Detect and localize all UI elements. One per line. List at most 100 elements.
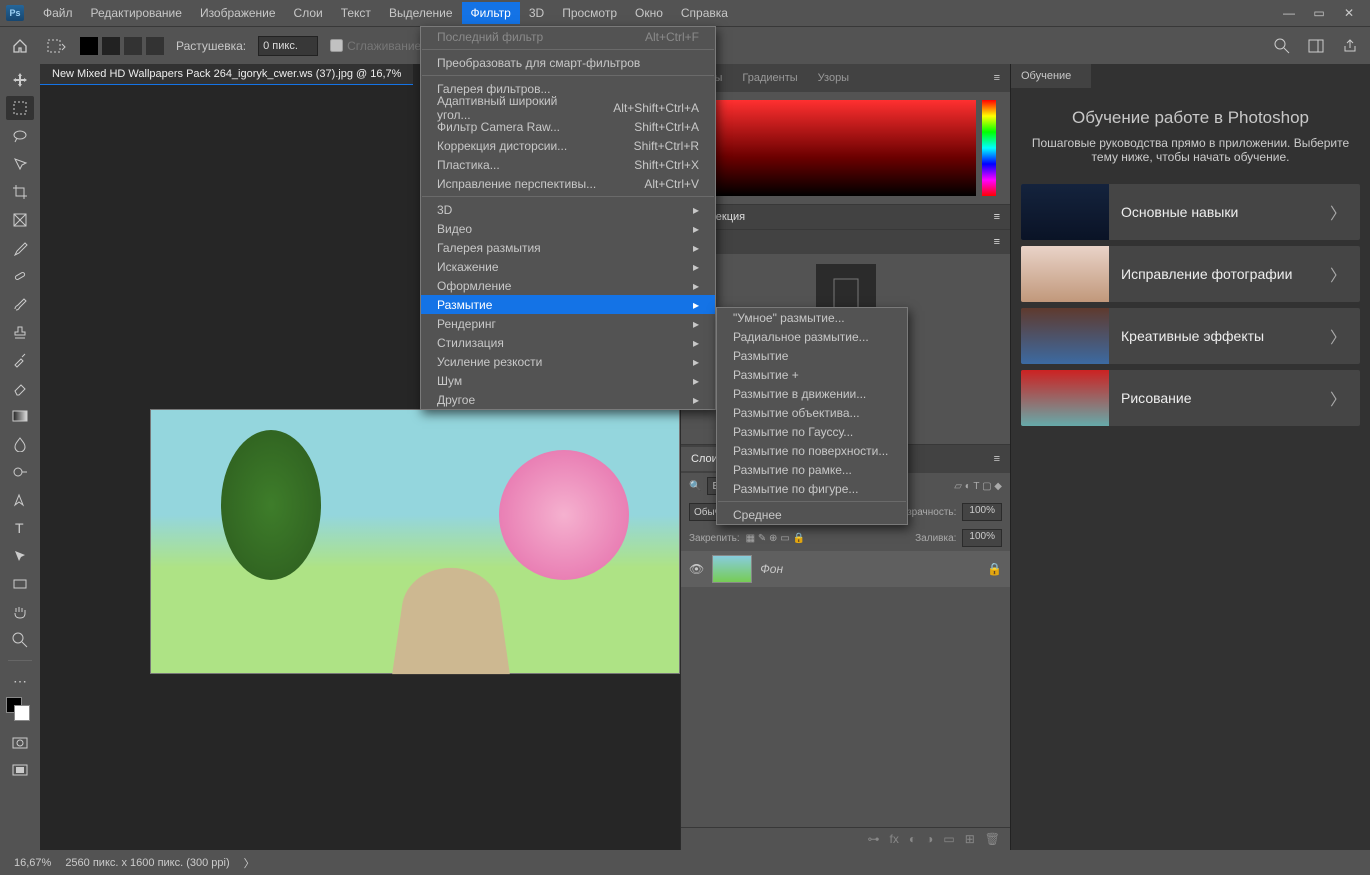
menu-item[interactable]: Видео▸ <box>421 219 715 238</box>
screen-mode-toggle[interactable] <box>6 759 34 783</box>
hand-tool[interactable] <box>6 600 34 624</box>
selection-mode-icons[interactable] <box>80 37 164 55</box>
menu-item[interactable]: Размытие по рамке... <box>717 460 907 479</box>
maximize-button[interactable]: ▭ <box>1304 2 1334 24</box>
menu-item[interactable]: Размытие▸ <box>421 295 715 314</box>
move-tool[interactable] <box>6 68 34 92</box>
learn-card[interactable]: Основные навыки〉 <box>1021 184 1360 240</box>
menu-файл[interactable]: Файл <box>34 2 82 24</box>
more-tools[interactable]: ⋯ <box>6 669 34 693</box>
adjustment-icon[interactable]: ◑ <box>926 832 933 846</box>
menu-справка[interactable]: Справка <box>672 2 737 24</box>
filter-icons[interactable]: ▱ ◐ T ▢ ◆ <box>954 481 1002 492</box>
quick-select-tool[interactable] <box>6 152 34 176</box>
menu-item[interactable]: Усиление резкости▸ <box>421 352 715 371</box>
menu-item[interactable]: Преобразовать для смарт-фильтров <box>421 53 715 72</box>
menu-окно[interactable]: Окно <box>626 2 672 24</box>
zoom-tool[interactable] <box>6 628 34 652</box>
layer-row[interactable]: 👁 Фон 🔒 <box>681 551 1010 587</box>
panel-menu-icon[interactable]: ≡ <box>994 236 1000 248</box>
doc-dimensions[interactable]: 2560 пикс. x 1600 пикс. (300 ppi) <box>65 857 229 869</box>
menu-item[interactable]: Размытие по поверхности... <box>717 441 907 460</box>
panel-menu-icon[interactable]: ≡ <box>984 447 1010 471</box>
menu-item[interactable]: Фильтр Camera Raw...Shift+Ctrl+A <box>421 117 715 136</box>
menu-item[interactable]: Стилизация▸ <box>421 333 715 352</box>
workspace-icon[interactable] <box>1304 34 1328 58</box>
link-icon[interactable]: ⊶ <box>868 832 880 846</box>
search-icon[interactable] <box>1270 34 1294 58</box>
learn-card[interactable]: Креативные эффекты〉 <box>1021 308 1360 364</box>
menu-item[interactable]: Оформление▸ <box>421 276 715 295</box>
patterns-tab[interactable]: Узоры <box>808 66 859 90</box>
quick-mask-toggle[interactable] <box>6 731 34 755</box>
menu-item[interactable]: Адаптивный широкий угол...Alt+Shift+Ctrl… <box>421 98 715 117</box>
menu-item[interactable]: Размытие объектива... <box>717 403 907 422</box>
menu-item[interactable]: Коррекция дисторсии...Shift+Ctrl+R <box>421 136 715 155</box>
panel-menu-icon[interactable]: ≡ <box>994 211 1000 223</box>
pen-tool[interactable] <box>6 488 34 512</box>
close-button[interactable]: ✕ <box>1334 2 1364 24</box>
menu-item[interactable]: Исправление перспективы...Alt+Ctrl+V <box>421 174 715 193</box>
gradients-tab[interactable]: Градиенты <box>732 66 807 90</box>
menu-текст[interactable]: Текст <box>332 2 380 24</box>
eraser-tool[interactable] <box>6 376 34 400</box>
panel-menu-icon[interactable]: ≡ <box>984 66 1010 90</box>
home-icon[interactable] <box>8 34 32 58</box>
mask-icon[interactable]: ◐ <box>909 832 916 846</box>
menu-слои[interactable]: Слои <box>285 2 332 24</box>
menu-item[interactable]: Размытие <box>717 346 907 365</box>
stamp-tool[interactable] <box>6 320 34 344</box>
feather-input[interactable] <box>258 36 318 56</box>
gradient-tool[interactable] <box>6 404 34 428</box>
healing-tool[interactable] <box>6 264 34 288</box>
menu-item[interactable]: Шум▸ <box>421 371 715 390</box>
menu-item[interactable]: Размытие в движении... <box>717 384 907 403</box>
blur-tool[interactable] <box>6 432 34 456</box>
menu-item[interactable]: Рендеринг▸ <box>421 314 715 333</box>
menu-item[interactable]: Искажение▸ <box>421 257 715 276</box>
document-canvas[interactable] <box>150 409 680 674</box>
eyedropper-tool[interactable] <box>6 236 34 260</box>
menu-3d[interactable]: 3D <box>520 2 553 24</box>
frame-tool[interactable] <box>6 208 34 232</box>
visibility-icon[interactable]: 👁 <box>689 562 704 576</box>
menu-item[interactable]: Галерея размытия▸ <box>421 238 715 257</box>
menu-item[interactable]: "Умное" размытие... <box>717 308 907 327</box>
fx-icon[interactable]: fx <box>890 832 899 846</box>
minimize-button[interactable]: — <box>1274 2 1304 24</box>
color-picker[interactable] <box>689 100 976 196</box>
history-brush-tool[interactable] <box>6 348 34 372</box>
menu-выделение[interactable]: Выделение <box>380 2 462 24</box>
menu-item[interactable]: Размытие по Гауссу... <box>717 422 907 441</box>
learn-tab[interactable]: Обучение <box>1011 64 1091 88</box>
rectangle-tool[interactable] <box>6 572 34 596</box>
lock-icons[interactable]: ▦ ✎ ⊕ ▭ 🔒 <box>746 533 805 544</box>
menu-item[interactable]: Радиальное размытие... <box>717 327 907 346</box>
new-layer-icon[interactable]: ⊞ <box>965 832 975 846</box>
hue-strip[interactable] <box>982 100 996 196</box>
menu-редактирование[interactable]: Редактирование <box>82 2 191 24</box>
fill-value[interactable]: 100% <box>962 529 1002 547</box>
opacity-value[interactable]: 100% <box>962 503 1002 521</box>
marquee-tool-indicator[interactable] <box>44 34 68 58</box>
menu-item[interactable]: Среднее <box>717 505 907 524</box>
layer-name[interactable]: Фон <box>760 562 783 576</box>
menu-изображение[interactable]: Изображение <box>191 2 285 24</box>
group-icon[interactable]: ▭ <box>943 832 954 846</box>
path-select-tool[interactable] <box>6 544 34 568</box>
menu-просмотр[interactable]: Просмотр <box>553 2 626 24</box>
crop-tool[interactable] <box>6 180 34 204</box>
dodge-tool[interactable] <box>6 460 34 484</box>
lasso-tool[interactable] <box>6 124 34 148</box>
zoom-level[interactable]: 16,67% <box>14 857 51 869</box>
brush-tool[interactable] <box>6 292 34 316</box>
chevron-right-icon[interactable]: 〉 <box>244 855 255 871</box>
menu-item[interactable]: Пластика...Shift+Ctrl+X <box>421 155 715 174</box>
document-tab[interactable]: New Mixed HD Wallpapers Pack 264_igoryk_… <box>40 64 413 85</box>
fg-bg-swatch[interactable] <box>6 697 34 727</box>
learn-card[interactable]: Исправление фотографии〉 <box>1021 246 1360 302</box>
menu-item[interactable]: 3D▸ <box>421 200 715 219</box>
type-tool[interactable]: T <box>6 516 34 540</box>
learn-card[interactable]: Рисование〉 <box>1021 370 1360 426</box>
menu-фильтр[interactable]: Фильтр <box>462 2 520 24</box>
